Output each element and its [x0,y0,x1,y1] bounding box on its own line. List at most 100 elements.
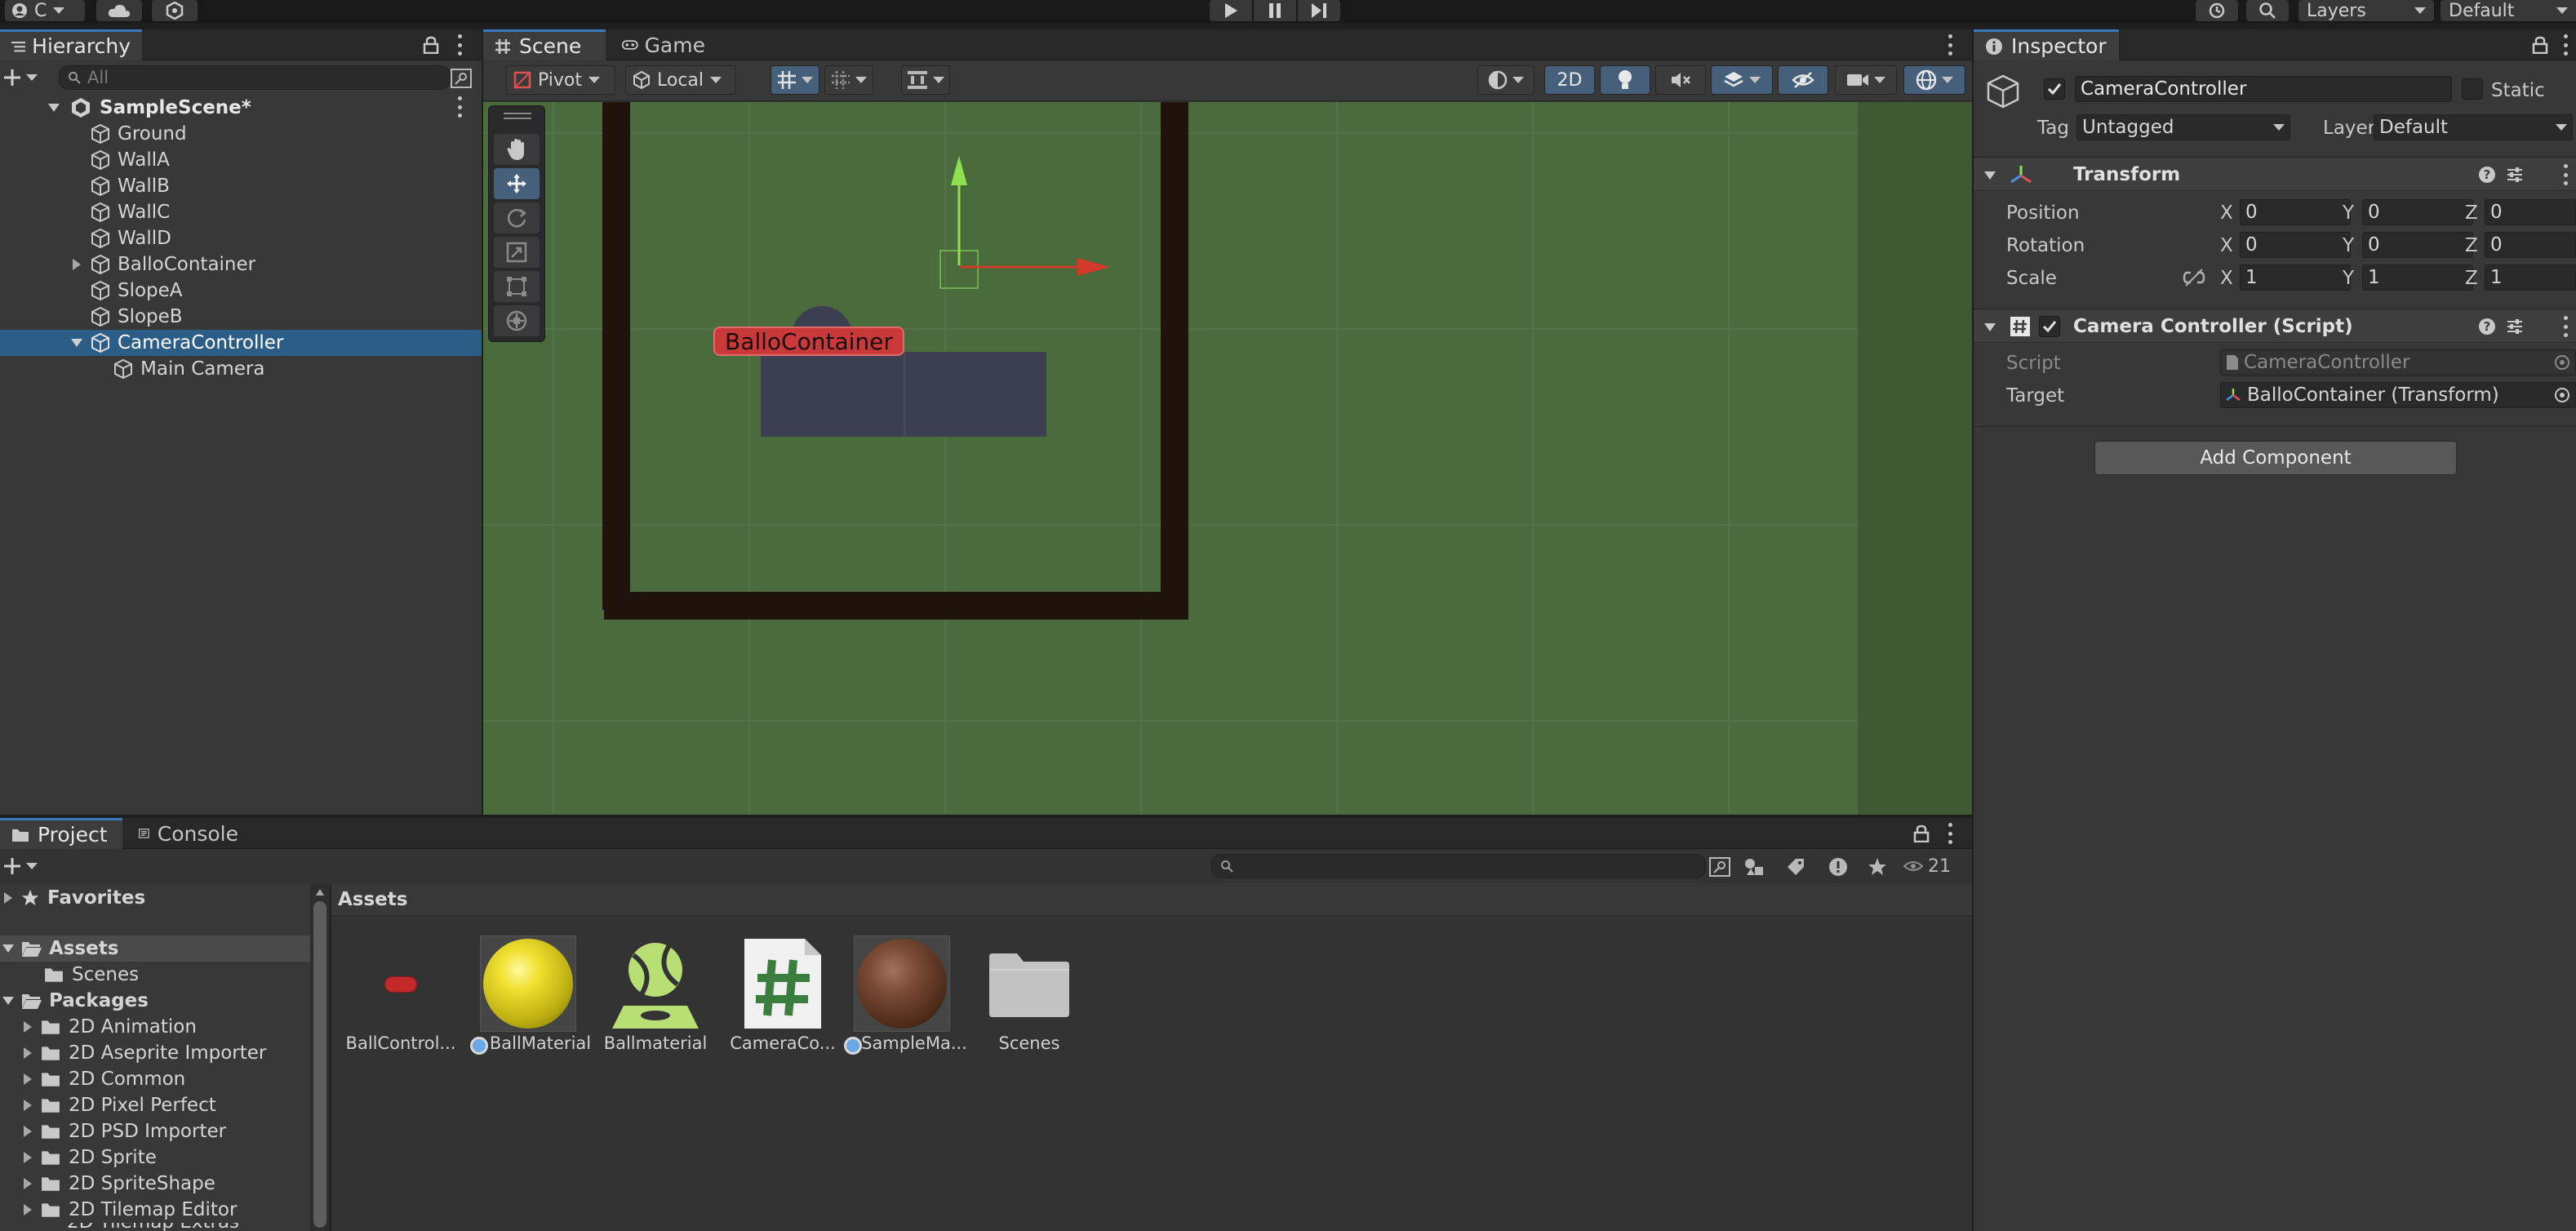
move-tool-button[interactable] [494,168,540,199]
expand-arrow-icon[interactable] [23,1020,33,1033]
asset-tile[interactable]: SampleMa... [844,935,967,1066]
expand-arrow-icon[interactable] [23,1151,33,1164]
undo-history-button[interactable] [2196,0,2238,21]
tree-item-package[interactable]: 2D Common [0,1066,310,1092]
project-menu-icon[interactable] [1948,823,1952,844]
rotation-x-field[interactable]: 0 [2240,232,2351,258]
scene-menu-icon[interactable] [1948,34,1952,56]
position-z-field[interactable]: 0 [2485,199,2576,225]
tab-hierarchy[interactable]: Hierarchy [0,29,142,60]
transform-menu-icon[interactable] [2563,164,2568,185]
expand-arrow-icon[interactable] [23,1047,33,1060]
pivot-dropdown[interactable]: Pivot [506,65,615,95]
grid-snap-button[interactable] [771,65,819,95]
expand-arrow-icon[interactable] [47,103,60,113]
play-button[interactable] [1210,0,1252,21]
scene-viewport[interactable]: BalloContainer [483,102,1972,815]
hierarchy-menu-icon[interactable] [457,34,462,56]
expand-arrow-icon[interactable] [23,1099,33,1112]
increment-snap-button[interactable] [824,65,873,95]
scale-z-field[interactable]: 1 [2485,264,2576,291]
lighting-button[interactable] [1600,65,1650,95]
effects-dropdown[interactable] [1711,65,1773,95]
preset-sliders-icon[interactable] [2506,318,2524,336]
transform-header[interactable]: Transform ? [1974,157,2576,191]
asset-tile[interactable]: Scenes [976,935,1082,1066]
static-checkbox[interactable] [2462,78,2483,100]
tree-item-package[interactable]: 2D Pixel Perfect [0,1092,310,1118]
tree-item-packages[interactable]: Packages [0,988,310,1014]
rect-tool-button[interactable] [494,271,540,302]
view-tool-button[interactable] [494,134,540,165]
tree-item-package[interactable]: 2D Tilemap Extras [0,1223,310,1231]
layout-dropdown[interactable]: Default [2441,0,2576,21]
scale-x-field[interactable]: 1 [2240,264,2351,291]
asset-tile[interactable]: BallMaterial [470,935,591,1066]
tab-game[interactable]: Game [611,29,717,60]
hierarchy-item-slopea[interactable]: SlopeA [0,278,482,304]
pause-button[interactable] [1254,0,1296,21]
collab-button[interactable] [152,0,198,21]
add-object-dropdown[interactable] [3,65,44,90]
gizmos-dropdown[interactable] [1903,65,1965,95]
palette-grip[interactable] [504,113,531,119]
foldout-arrow-icon[interactable] [1983,171,1996,180]
scene-menu-icon[interactable] [457,96,462,118]
camera-dropdown[interactable] [1835,65,1897,95]
hierarchy-item-ballocontainer[interactable]: BalloContainer [0,251,482,278]
inspector-menu-icon[interactable] [2563,34,2568,56]
tab-project[interactable]: Project [0,818,122,849]
favorite-star-icon[interactable] [1868,857,1887,877]
scale-tool-button[interactable] [494,237,540,268]
hierarchy-item-cameracontroller[interactable]: CameraController [0,330,482,356]
hierarchy-item-main-camera[interactable]: Main Camera [0,356,482,382]
align-button[interactable] [901,65,950,95]
tree-item-package[interactable]: 2D SpriteShape [0,1171,310,1197]
add-component-button[interactable]: Add Component [2094,441,2457,475]
hierarchy-item-wallb[interactable]: WallB [0,173,482,199]
position-y-field[interactable]: 0 [2362,199,2473,225]
label-tag-icon[interactable] [1786,857,1805,877]
hidden-packages-toggle[interactable]: 21 [1903,854,1969,878]
expand-arrow-icon[interactable] [23,1177,33,1190]
lock-icon[interactable] [423,36,439,54]
foldout-arrow-icon[interactable] [1983,322,1996,332]
cloud-button[interactable] [96,0,142,21]
inspector-splitter[interactable] [1972,29,1974,1231]
tree-item-package[interactable]: 2D PSD Importer [0,1118,310,1144]
mode-2d-button[interactable]: 2D [1544,65,1595,95]
hierarchy-item-walld[interactable]: WallD [0,225,482,251]
vertical-splitter[interactable] [482,29,483,815]
tag-dropdown[interactable]: Untagged [2076,114,2290,140]
account-dropdown[interactable]: C [5,0,85,21]
lock-icon[interactable] [2532,36,2548,54]
collapse-arrow-icon[interactable] [70,338,83,348]
asset-tile[interactable]: Ballmaterial [602,935,708,1066]
script-component-header[interactable]: Camera Controller (Script) ? [1974,309,2576,343]
tab-scene[interactable]: Scene [483,29,606,60]
search-button[interactable] [2246,0,2289,21]
expand-arrow-icon[interactable] [23,1203,33,1216]
create-asset-dropdown[interactable] [3,854,44,878]
audio-button[interactable] [1655,65,1706,95]
tree-item-scenes[interactable]: Scenes [0,962,310,988]
scale-y-field[interactable]: 1 [2362,264,2473,291]
search-by-type-icon[interactable] [1709,857,1730,877]
hidden-objects-button[interactable] [1778,65,1828,95]
hierarchy-item-ground[interactable]: Ground [0,121,482,147]
hierarchy-item-wallc[interactable]: WallC [0,199,482,225]
layer-dropdown[interactable]: Default [2374,114,2573,140]
breadcrumb-assets[interactable]: Assets [338,889,407,910]
rotate-tool-button[interactable] [494,202,540,233]
filter-type-icon[interactable] [1743,857,1765,877]
lock-icon[interactable] [1913,824,1930,842]
expand-arrow-icon[interactable] [23,1125,33,1138]
scene-root-row[interactable]: SampleScene* [0,95,482,121]
tree-item-package[interactable]: 2D Tilemap Editor [0,1197,310,1223]
collapse-arrow-icon[interactable] [2,996,15,1006]
tree-item-package[interactable]: 2D Sprite [0,1144,310,1171]
position-x-field[interactable]: 0 [2240,199,2351,225]
hierarchy-item-walla[interactable]: WallA [0,147,482,173]
hierarchy-item-slopeb[interactable]: SlopeB [0,304,482,330]
rotation-z-field[interactable]: 0 [2485,232,2576,258]
